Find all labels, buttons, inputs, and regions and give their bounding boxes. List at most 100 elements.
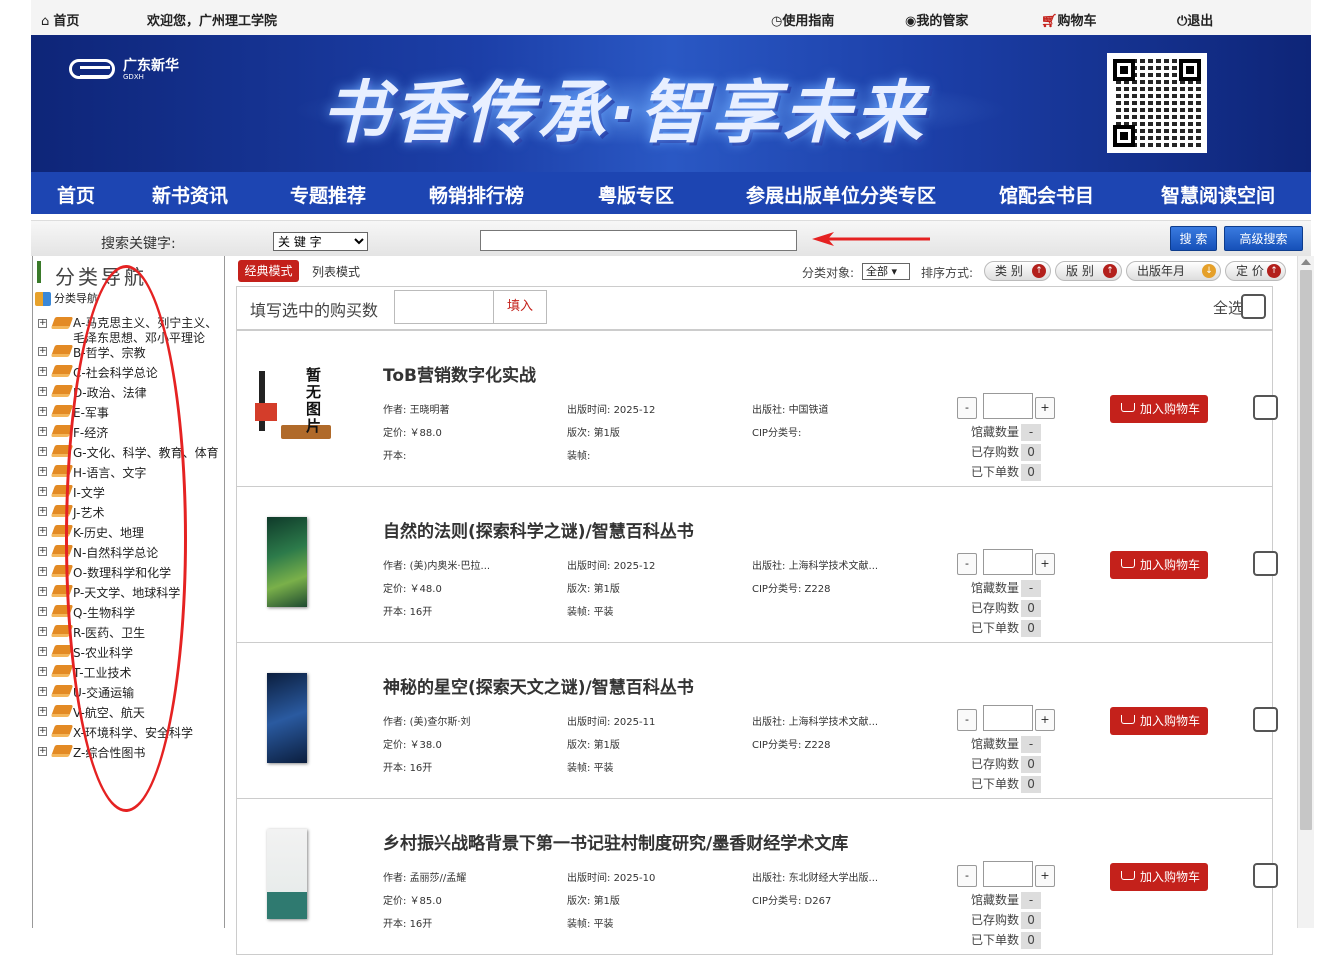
- search-button[interactable]: 搜 索: [1170, 226, 1217, 251]
- add-to-cart-button[interactable]: 加入购物车: [1110, 395, 1208, 423]
- decrement-button[interactable]: -: [957, 865, 977, 887]
- expand-icon[interactable]: +: [38, 727, 47, 736]
- nav-item-catalog[interactable]: 馆配会书目: [999, 181, 1094, 208]
- expand-icon[interactable]: +: [38, 647, 47, 656]
- expand-icon[interactable]: +: [38, 319, 47, 328]
- search-input[interactable]: [480, 230, 797, 251]
- book-price-value: ￥38.0: [409, 740, 442, 751]
- expand-icon[interactable]: +: [38, 427, 47, 436]
- select-all-checkbox[interactable]: [1241, 294, 1266, 319]
- list-mode-tab[interactable]: 列表模式: [312, 263, 360, 280]
- expand-icon[interactable]: +: [38, 627, 47, 636]
- category-root[interactable]: 分类导航: [35, 290, 98, 306]
- book-cover[interactable]: [267, 517, 307, 607]
- book-select-checkbox[interactable]: [1253, 707, 1278, 732]
- search-field-select[interactable]: 关 键 字: [273, 232, 368, 251]
- quantity-input[interactable]: [983, 705, 1033, 731]
- book-title[interactable]: 神秘的星空(探索天文之谜)/智慧百科丛书: [383, 673, 694, 698]
- quantity-input[interactable]: [983, 549, 1033, 575]
- classic-mode-tab[interactable]: 经典模式: [238, 260, 299, 282]
- expand-icon[interactable]: +: [38, 667, 47, 676]
- filter-select[interactable]: 全部 ▾: [862, 263, 910, 280]
- nav-item-publishers[interactable]: 参展出版单位分类专区: [746, 181, 936, 208]
- nav-item-new-books[interactable]: 新书资讯: [152, 181, 228, 208]
- sort-price-button[interactable]: 定 价 ↑: [1225, 261, 1286, 281]
- decrement-button[interactable]: -: [957, 709, 977, 731]
- decrement-button[interactable]: -: [957, 553, 977, 575]
- expand-icon[interactable]: +: [38, 607, 47, 616]
- book-select-checkbox[interactable]: [1253, 863, 1278, 888]
- book-title[interactable]: ToB营销数字化实战: [383, 361, 536, 386]
- book-select-checkbox[interactable]: [1253, 395, 1278, 420]
- category-root-icon: [35, 292, 51, 306]
- held-count: 馆藏数量 -: [971, 579, 1042, 597]
- logo-name: 广东新华: [123, 58, 179, 74]
- nav-item-home[interactable]: 首页: [57, 181, 95, 208]
- advanced-search-button[interactable]: 高级搜索: [1224, 226, 1303, 251]
- book-card: 自然的法则(探索科学之谜)/智慧百科丛书 作者: (美)内奥米·巴拉... 出版时间…: [236, 486, 1278, 643]
- sort-category-button[interactable]: 类 别 ↑: [984, 261, 1051, 281]
- expand-icon[interactable]: +: [38, 467, 47, 476]
- bulk-quantity-input[interactable]: [394, 290, 494, 324]
- book-select-checkbox[interactable]: [1253, 551, 1278, 576]
- book-binding-label: 装帧:: [567, 607, 591, 618]
- sort-date-button[interactable]: 出版年月 ↓: [1126, 261, 1221, 281]
- expand-icon[interactable]: +: [38, 587, 47, 596]
- expand-icon[interactable]: +: [38, 387, 47, 396]
- saved-value: 0: [1021, 756, 1042, 773]
- sort-date-label: 出版年月: [1137, 264, 1186, 278]
- expand-icon[interactable]: +: [38, 487, 47, 496]
- book-cover-placeholder[interactable]: 暂无图片: [251, 363, 336, 453]
- scrollbar-thumb[interactable]: [1300, 270, 1312, 830]
- increment-button[interactable]: +: [1035, 397, 1055, 419]
- steward-link[interactable]: ◉我的管家: [905, 10, 968, 29]
- nav-item-topics[interactable]: 专题推荐: [290, 181, 366, 208]
- cart-link[interactable]: 🛒︎购物车: [1041, 10, 1097, 29]
- book-pubdate-value: 2025-12: [613, 561, 656, 572]
- expand-icon[interactable]: +: [38, 367, 47, 376]
- quantity-input[interactable]: [983, 393, 1033, 419]
- expand-icon[interactable]: +: [38, 707, 47, 716]
- logout-label: 退出: [1187, 14, 1214, 29]
- category-book-icon: [50, 345, 74, 357]
- book-author-value: (美)查尔斯·刘: [409, 717, 471, 728]
- book-cover[interactable]: [267, 673, 307, 763]
- add-to-cart-button[interactable]: 加入购物车: [1110, 551, 1208, 579]
- add-to-cart-button[interactable]: 加入购物车: [1110, 707, 1208, 735]
- expand-icon[interactable]: +: [38, 447, 47, 456]
- book-title[interactable]: 乡村振兴战略背景下第一书记驻村制度研究/墨香财经学术文库: [383, 829, 848, 854]
- increment-button[interactable]: +: [1035, 865, 1055, 887]
- nav-item-bestsellers[interactable]: 畅销排行榜: [429, 181, 524, 208]
- expand-icon[interactable]: +: [38, 527, 47, 536]
- nav-item-reading-space[interactable]: 智慧阅读空间: [1161, 181, 1275, 208]
- book-title[interactable]: 自然的法则(探索科学之谜)/智慧百科丛书: [383, 517, 694, 542]
- decrement-button[interactable]: -: [957, 397, 977, 419]
- expand-icon[interactable]: +: [38, 347, 47, 356]
- quantity-stepper: - +: [957, 861, 1061, 887]
- expand-icon[interactable]: +: [38, 687, 47, 696]
- increment-button[interactable]: +: [1035, 553, 1055, 575]
- book-edition-value: 第1版: [593, 740, 620, 751]
- expand-icon[interactable]: +: [38, 547, 47, 556]
- book-price-label: 定价:: [383, 740, 407, 751]
- book-cover[interactable]: [267, 829, 307, 919]
- logout-link[interactable]: ⏻退出: [1177, 10, 1213, 29]
- expand-icon[interactable]: +: [38, 407, 47, 416]
- banner: 广东新华 GDXH 书香传承·智享未来: [31, 35, 1311, 172]
- home-link[interactable]: ⌂ 首页: [41, 10, 79, 29]
- book-format: 开本:: [383, 447, 406, 462]
- category-root-label: 分类导航: [54, 292, 98, 305]
- expand-icon[interactable]: +: [38, 567, 47, 576]
- nav-item-yue-edition[interactable]: 粤版专区: [598, 181, 674, 208]
- fill-button[interactable]: 填入: [494, 290, 547, 324]
- search-label: 搜索关键字:: [101, 236, 176, 252]
- guide-link[interactable]: ◷使用指南: [771, 10, 834, 29]
- scrollbar[interactable]: [1297, 256, 1314, 928]
- add-to-cart-button[interactable]: 加入购物车: [1110, 863, 1208, 891]
- sort-edition-button[interactable]: 版 别 ↑: [1055, 261, 1122, 281]
- quantity-input[interactable]: [983, 861, 1033, 887]
- increment-button[interactable]: +: [1035, 709, 1055, 731]
- expand-icon[interactable]: +: [38, 747, 47, 756]
- scroll-up-icon[interactable]: [1301, 259, 1311, 265]
- expand-icon[interactable]: +: [38, 507, 47, 516]
